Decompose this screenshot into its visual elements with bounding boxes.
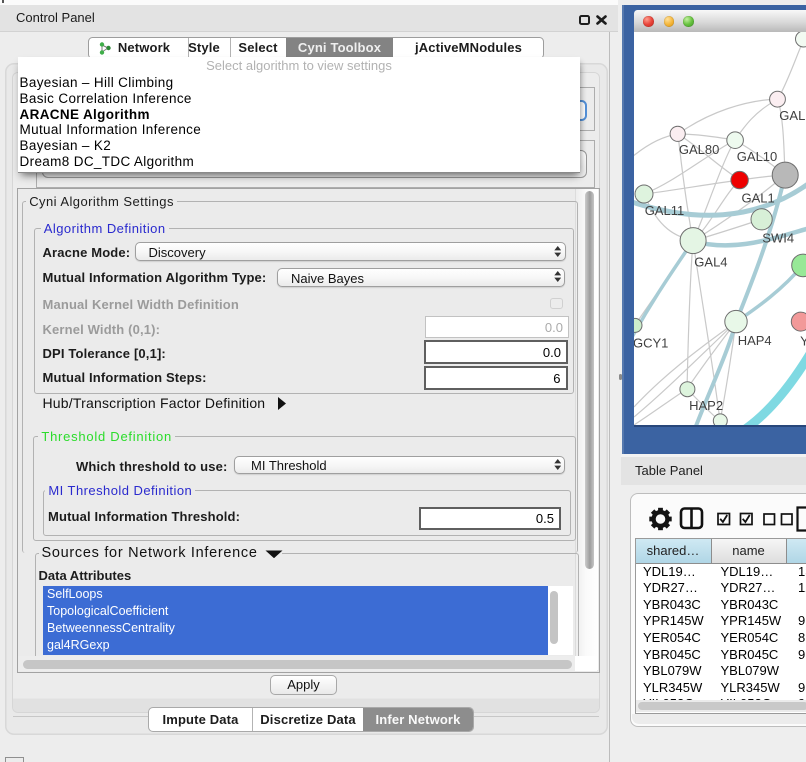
svg-text:HAP4: HAP4	[737, 333, 771, 348]
svg-text:GAL: GAL	[779, 108, 805, 123]
svg-text:GAL4: GAL4	[694, 254, 727, 269]
svg-text:HAP2: HAP2	[689, 398, 723, 413]
svg-text:SWI4: SWI4	[762, 231, 794, 246]
svg-text:GAL80: GAL80	[678, 142, 718, 157]
svg-text:GCY1: GCY1	[634, 335, 668, 350]
svg-text:GAL10: GAL10	[736, 149, 776, 164]
svg-text:Y: Y	[800, 333, 806, 348]
svg-text:GAL1: GAL1	[741, 191, 774, 206]
svg-text:GAL11: GAL11	[644, 203, 684, 218]
